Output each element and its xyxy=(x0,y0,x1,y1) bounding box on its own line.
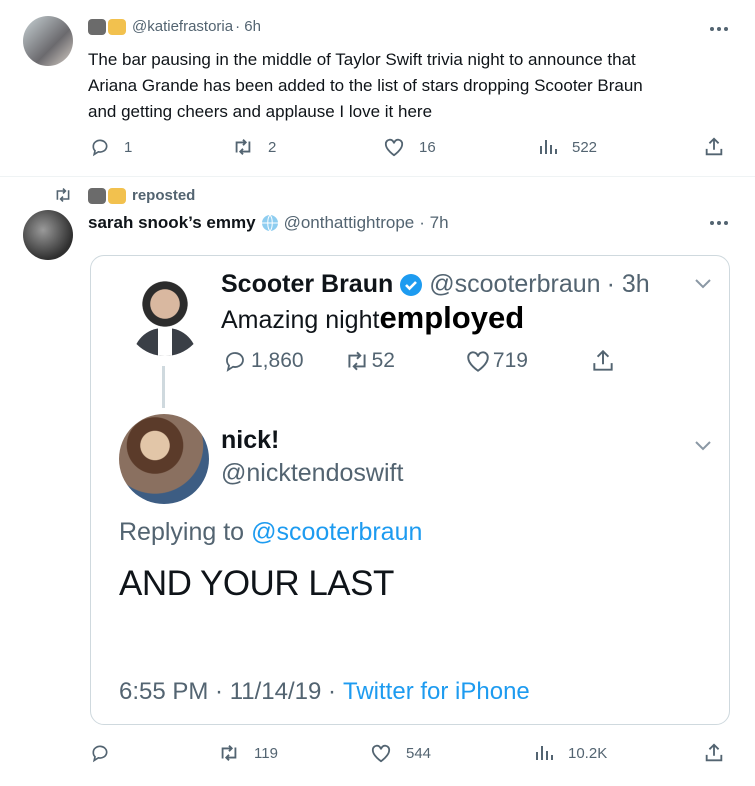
reply-icon xyxy=(90,137,110,157)
like-count: 544 xyxy=(406,744,432,762)
views-icon xyxy=(538,137,558,157)
globe-icon xyxy=(261,214,279,232)
like-button[interactable]: 16 xyxy=(383,137,436,157)
replying-to-handle: @scooterbraun xyxy=(251,518,423,546)
avatar-katiefrastoria[interactable] xyxy=(23,16,73,66)
tweet1-text-line1: The bar pausing in the middle of Taylor … xyxy=(88,50,636,69)
views-button[interactable]: 522 xyxy=(538,137,597,157)
more-icon[interactable] xyxy=(708,214,730,232)
replying-to-label: Replying to xyxy=(119,518,245,546)
tweet1-time[interactable]: · 6h xyxy=(235,18,261,35)
reply-button[interactable] xyxy=(90,743,110,763)
scooter-replies: 1,860 xyxy=(251,349,304,372)
like-button[interactable]: 544 xyxy=(370,743,431,763)
reposted-label[interactable]: reposted xyxy=(132,187,195,204)
heart-icon xyxy=(465,349,491,373)
scooter-retweets: 52 xyxy=(371,349,395,372)
scooter-handle: @scooterbraun xyxy=(429,270,601,298)
retweet-count: 2 xyxy=(268,138,277,156)
thread-line xyxy=(162,366,165,408)
share-icon[interactable] xyxy=(703,742,725,764)
tweet-date: 6:55 PM · 11/14/19 · xyxy=(119,678,337,705)
divider xyxy=(0,176,755,177)
heart-icon xyxy=(383,137,405,157)
share-icon xyxy=(590,348,616,374)
emoji-reposter-name xyxy=(88,187,126,204)
retweet-button[interactable]: 119 xyxy=(218,743,278,763)
share-icon[interactable] xyxy=(703,136,725,158)
retweet-icon xyxy=(344,350,370,372)
repost-handle[interactable]: @onthattightrope xyxy=(284,213,415,233)
views-button[interactable]: 10.2K xyxy=(534,743,607,763)
emoji-display-name xyxy=(88,18,126,35)
overlay-text: employed xyxy=(379,300,525,335)
chevron-down-icon xyxy=(693,276,713,290)
nick-handle: @nicktendoswift xyxy=(221,459,404,487)
like-count: 16 xyxy=(419,138,436,156)
views-count: 10.2K xyxy=(568,744,608,762)
reply-button[interactable]: 1 xyxy=(90,137,132,157)
retweet-button[interactable]: 2 xyxy=(232,137,276,157)
retweet-count: 119 xyxy=(254,744,278,762)
scooter-time: · 3h xyxy=(606,270,650,298)
scooter-text: Amazing night xyxy=(221,306,380,334)
scooter-name: Scooter Braun xyxy=(221,270,394,298)
avatar-scooterbraun xyxy=(125,276,205,356)
tweet1-text-line2: Ariana Grande has been added to the list… xyxy=(88,76,643,95)
tweet-source: Twitter for iPhone xyxy=(343,678,530,705)
avatar-onthattightrope[interactable] xyxy=(23,210,73,260)
repost-time[interactable]: · 7h xyxy=(419,213,448,233)
reply-icon xyxy=(90,743,110,763)
scooter-likes: 719 xyxy=(492,349,528,372)
verified-icon xyxy=(399,273,423,297)
reply-count: 1 xyxy=(124,138,133,156)
retweet-icon xyxy=(232,137,254,157)
views-count: 522 xyxy=(572,138,598,156)
tweet1-text: The bar pausing in the middle of Taylor … xyxy=(88,47,748,125)
views-icon xyxy=(534,743,554,763)
heart-icon xyxy=(370,743,392,763)
more-icon[interactable] xyxy=(708,20,730,38)
avatar-nicktendoswift xyxy=(119,414,209,504)
chevron-down-icon xyxy=(693,438,713,452)
retweet-icon xyxy=(218,743,240,763)
nick-name: nick! xyxy=(221,426,280,454)
tweet1-handle[interactable]: @katiefrastoria xyxy=(132,18,233,35)
repost-display-name[interactable]: sarah snook’s emmy xyxy=(88,213,256,233)
quoted-screenshot[interactable]: Scooter Braun @scooterbraun · 3h Amazing… xyxy=(90,255,730,725)
nick-text: AND YOUR LAST xyxy=(119,564,394,603)
tweet1-text-line3: and getting cheers and applause I love i… xyxy=(88,102,433,121)
reply-icon xyxy=(223,349,247,373)
repost-indicator-icon xyxy=(53,187,73,203)
